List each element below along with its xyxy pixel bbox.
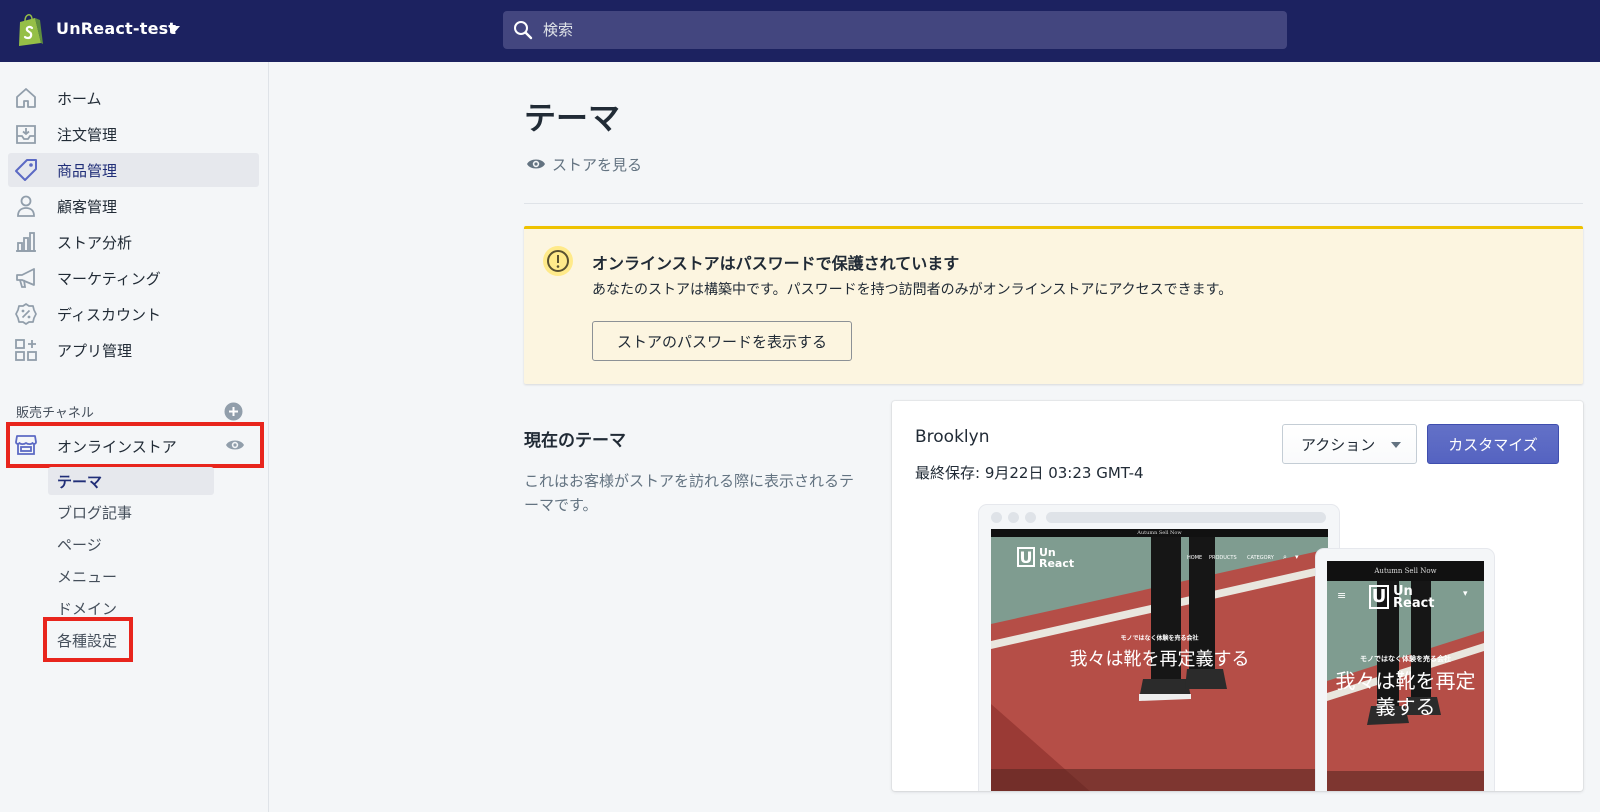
add-channel-icon[interactable] <box>224 402 243 421</box>
sidebar-item-label: 顧客管理 <box>57 198 118 216</box>
current-theme-description: これはお客様がストアを訪れる際に表示されるテーマです。 <box>524 472 855 514</box>
logo-text-line2: React <box>1393 596 1435 611</box>
search-icon <box>514 21 533 40</box>
sidebar-subitem-label: ページ <box>57 536 102 554</box>
sales-channels-header: 販売チャネル <box>16 406 94 421</box>
top-bar: UnReact-test <box>0 0 1600 62</box>
customize-button[interactable]: カスタマイズ <box>1427 424 1559 464</box>
current-theme-title: 現在のテーマ <box>524 431 626 451</box>
customer-icon <box>17 195 35 217</box>
theme-name: Brooklyn <box>915 427 990 447</box>
banner-text: あなたのストアは構築中です。パスワードを持つ訪問者のみがオンラインストアにアクセ… <box>592 282 1233 298</box>
sidebar-item-label: マーケティング <box>57 270 161 288</box>
window-dot <box>991 512 1002 523</box>
logo-u-box: U <box>1017 547 1035 567</box>
warning-icon <box>543 246 573 276</box>
analytics-icon <box>16 232 36 252</box>
sidebar-item-apps[interactable]: アプリ管理 <box>8 333 259 367</box>
mobile-preview: Autumn Sell Now ≡ ▾ U Un React モノではなく体験を… <box>1316 549 1494 791</box>
desktop-screen: Autumn Sell Now U Un React HOME PRODUCTS… <box>991 529 1328 791</box>
preview-hero-text: 我々は靴を再定義する <box>1069 649 1250 670</box>
sidebar-item-label: オンラインストア <box>57 438 177 456</box>
logo-text-line2: React <box>1039 557 1075 570</box>
sidebar-subitem-label: テーマ <box>57 473 103 491</box>
sidebar-item-marketing[interactable]: マーケティング <box>8 261 259 295</box>
desktop-preview: Autumn Sell Now U Un React HOME PRODUCTS… <box>979 505 1339 791</box>
sidebar-subitem-label: ブログ記事 <box>57 504 133 522</box>
menu-icon[interactable]: ≡ <box>1337 589 1346 602</box>
cart-icon: ▾ <box>1295 553 1299 561</box>
window-dot <box>1025 512 1036 523</box>
store-icon <box>15 435 37 455</box>
sidebar-item-label: ストア分析 <box>57 234 133 252</box>
logo-u-box: U <box>1369 585 1389 609</box>
cart-icon[interactable]: ▾ <box>1463 589 1468 599</box>
sidebar-item-products[interactable]: 商品管理 <box>8 153 259 187</box>
sidebar-subitem-themes[interactable]: テーマ <box>48 467 214 495</box>
home-icon <box>16 88 36 108</box>
password-warning-banner: オンラインストアはパスワードで保護されています あなたのストアは構築中です。パス… <box>524 226 1583 384</box>
preview-tagline: モノではなく体験を売る会社 <box>1120 635 1199 642</box>
sidebar-item-discounts[interactable]: ディスカウント <box>8 297 259 331</box>
sidebar-subitem-pages[interactable]: ページ <box>48 530 214 558</box>
sidebar-subitem-domains[interactable]: ドメイン <box>48 594 214 622</box>
search-bar[interactable] <box>503 11 1287 49</box>
sidebar-subitem-preferences[interactable]: 各種設定 <box>48 626 214 654</box>
sidebar-item-label: ホーム <box>57 90 102 108</box>
actions-label: アクション <box>1301 435 1376 454</box>
sidebar-item-home[interactable]: ホーム <box>8 81 259 115</box>
sidebar-subitem-blog-posts[interactable]: ブログ記事 <box>48 498 214 526</box>
chevron-down-icon[interactable] <box>168 26 180 33</box>
store-name[interactable]: UnReact-test <box>56 19 176 38</box>
preview-logo: U Un React <box>1369 585 1435 610</box>
discount-icon <box>15 303 37 325</box>
theme-card: Brooklyn 最終保存: 9月22日 03:23 GMT-4 アクション カ… <box>892 401 1583 791</box>
search-input[interactable] <box>543 11 1273 49</box>
eye-icon[interactable] <box>225 437 245 453</box>
search-icon: ⌕ <box>1283 553 1287 561</box>
preview-nav-category: CATEGORY <box>1247 555 1274 561</box>
megaphone-icon <box>16 268 35 288</box>
shopify-logo-icon[interactable] <box>16 13 44 47</box>
url-bar <box>1046 512 1326 523</box>
orders-icon <box>16 125 36 144</box>
preview-nav-home: HOME <box>1187 555 1203 561</box>
preview-nav-products: PRODUCTS <box>1209 555 1237 561</box>
apps-icon <box>15 339 37 361</box>
sidebar-subitem-label: 各種設定 <box>57 632 118 650</box>
sidebar-item-label: アプリ管理 <box>57 342 133 360</box>
chevron-down-icon <box>1391 442 1401 448</box>
window-dot <box>1008 512 1019 523</box>
show-password-button[interactable]: ストアのパスワードを表示する <box>592 321 852 361</box>
sidebar-item-label: 注文管理 <box>57 126 118 144</box>
mobile-screen: Autumn Sell Now ≡ ▾ U Un React モノではなく体験を… <box>1327 561 1484 791</box>
sidebar-item-label: 商品管理 <box>57 162 118 180</box>
page-title: テーマ <box>524 99 621 137</box>
eye-icon <box>527 159 545 169</box>
preview-logo: U Un React <box>1017 547 1074 569</box>
sidebar-item-online-store[interactable]: オンラインストア <box>8 428 259 462</box>
view-store-label: ストアを見る <box>552 156 643 174</box>
sidebar-subitem-label: メニュー <box>57 568 118 586</box>
sidebar-item-analytics[interactable]: ストア分析 <box>8 225 259 259</box>
sidebar-subitem-navigation[interactable]: メニュー <box>48 562 214 590</box>
divider <box>524 203 1583 204</box>
sidebar-item-orders[interactable]: 注文管理 <box>8 117 259 151</box>
sidebar-item-label: ディスカウント <box>57 306 161 324</box>
preview-hero-text: 我々は靴を再定義する <box>1335 669 1476 719</box>
actions-button[interactable]: アクション <box>1282 424 1417 464</box>
theme-last-saved: 最終保存: 9月22日 03:23 GMT-4 <box>915 464 1144 482</box>
sidebar-item-customers[interactable]: 顧客管理 <box>8 189 259 223</box>
tag-icon <box>15 159 37 181</box>
banner-title: オンラインストアはパスワードで保護されています <box>592 254 960 273</box>
sidebar-subitem-label: ドメイン <box>57 600 118 618</box>
announcement-bar: Autumn Sell Now <box>1327 561 1484 581</box>
announcement-bar: Autumn Sell Now <box>991 529 1328 537</box>
preview-tagline: モノではなく体験を売る会社 <box>1360 655 1451 663</box>
